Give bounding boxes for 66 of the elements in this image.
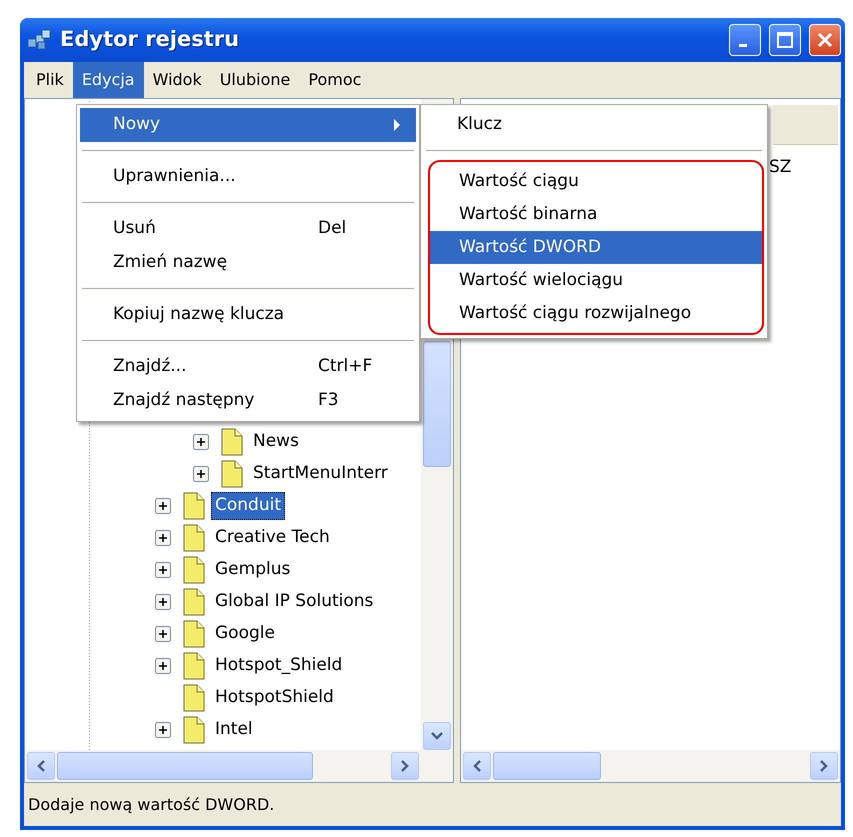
scroll-right-button[interactable] — [810, 752, 838, 780]
menu-item[interactable]: Wartość binarna — [430, 198, 762, 231]
expand-icon[interactable] — [155, 722, 171, 738]
menu-item[interactable]: Ulubione — [210, 62, 300, 98]
close-icon — [816, 31, 834, 49]
scroll-right-button[interactable] — [391, 752, 419, 780]
tree-item[interactable]: Conduit — [211, 492, 285, 520]
horizontal-scrollbar[interactable] — [25, 750, 453, 782]
status-text: Dodaje nową wartość DWORD. — [28, 794, 274, 816]
maximize-button[interactable] — [769, 24, 801, 56]
folder-icon — [183, 620, 205, 648]
registry-cubes-icon — [26, 29, 52, 51]
close-button[interactable] — [809, 24, 841, 56]
window-title: Edytor rejestru — [60, 26, 240, 54]
menu-item[interactable]: Uprawnienia... — [80, 160, 416, 194]
tree-item[interactable]: Gemplus — [211, 556, 294, 584]
scroll-down-button[interactable] — [423, 722, 451, 750]
menu-item[interactable]: Znajdź... Ctrl+F — [80, 350, 416, 384]
folder-icon — [183, 524, 205, 552]
menu-item[interactable]: Zmień nazwę — [80, 246, 416, 280]
menu-item[interactable]: Klucz — [424, 108, 764, 142]
folder-icon — [183, 652, 205, 680]
tree-item[interactable]: Global IP Solutions — [211, 588, 378, 616]
menu-item[interactable]: Wartość DWORD — [430, 231, 762, 264]
minimize-icon — [739, 44, 747, 46]
tree-item[interactable]: Hotspot_Shield — [211, 652, 346, 680]
folder-icon — [183, 716, 205, 744]
expand-icon[interactable] — [155, 594, 171, 610]
maximize-icon — [776, 31, 794, 49]
tree-item[interactable]: News — [249, 428, 303, 456]
menu-item[interactable]: Plik — [27, 62, 73, 98]
folder-icon — [221, 460, 243, 488]
tree-item[interactable]: Google — [211, 620, 279, 648]
expand-icon[interactable] — [193, 466, 209, 482]
menu-item[interactable]: Wartość wielociągu — [430, 264, 762, 297]
menu-item[interactable]: Nowy — [80, 108, 416, 142]
scroll-left-button[interactable] — [27, 752, 55, 780]
menu-item[interactable]: Wartość ciągu rozwijalnego — [430, 297, 762, 330]
menu-item[interactable]: Edycja — [72, 62, 144, 98]
folder-icon — [183, 588, 205, 616]
expand-icon[interactable] — [155, 498, 171, 514]
expand-icon[interactable] — [155, 530, 171, 546]
expand-icon[interactable] — [155, 626, 171, 642]
folder-icon — [221, 428, 243, 456]
tree-item[interactable]: HotspotShield — [211, 684, 338, 712]
folder-icon — [183, 556, 205, 584]
expand-icon[interactable] — [155, 562, 171, 578]
menu-item[interactable]: Pomoc — [299, 62, 370, 98]
menu-item[interactable]: Znajdź następny F3 — [80, 384, 416, 418]
folder-icon — [183, 492, 205, 520]
menu-item[interactable]: Kopiuj nazwę klucza — [80, 298, 416, 332]
scroll-thumb[interactable] — [423, 341, 451, 467]
expand-icon[interactable] — [193, 434, 209, 450]
minimize-button[interactable] — [729, 24, 761, 56]
tree-item[interactable]: StartMenuInterr — [249, 460, 392, 488]
menu-item[interactable]: Usuń Del — [80, 212, 416, 246]
scroll-thumb[interactable] — [493, 752, 601, 780]
tree-item[interactable]: Intel — [211, 716, 257, 744]
table-cell: SZ — [769, 157, 792, 177]
scroll-left-button[interactable] — [463, 752, 491, 780]
menu-item[interactable]: Widok — [144, 62, 211, 98]
horizontal-scrollbar[interactable] — [461, 750, 840, 782]
menu-item[interactable]: Wartość ciągu — [430, 165, 762, 198]
expand-icon[interactable] — [155, 658, 171, 674]
tree-item[interactable]: Creative Tech — [211, 524, 334, 552]
scroll-thumb[interactable] — [57, 752, 313, 780]
